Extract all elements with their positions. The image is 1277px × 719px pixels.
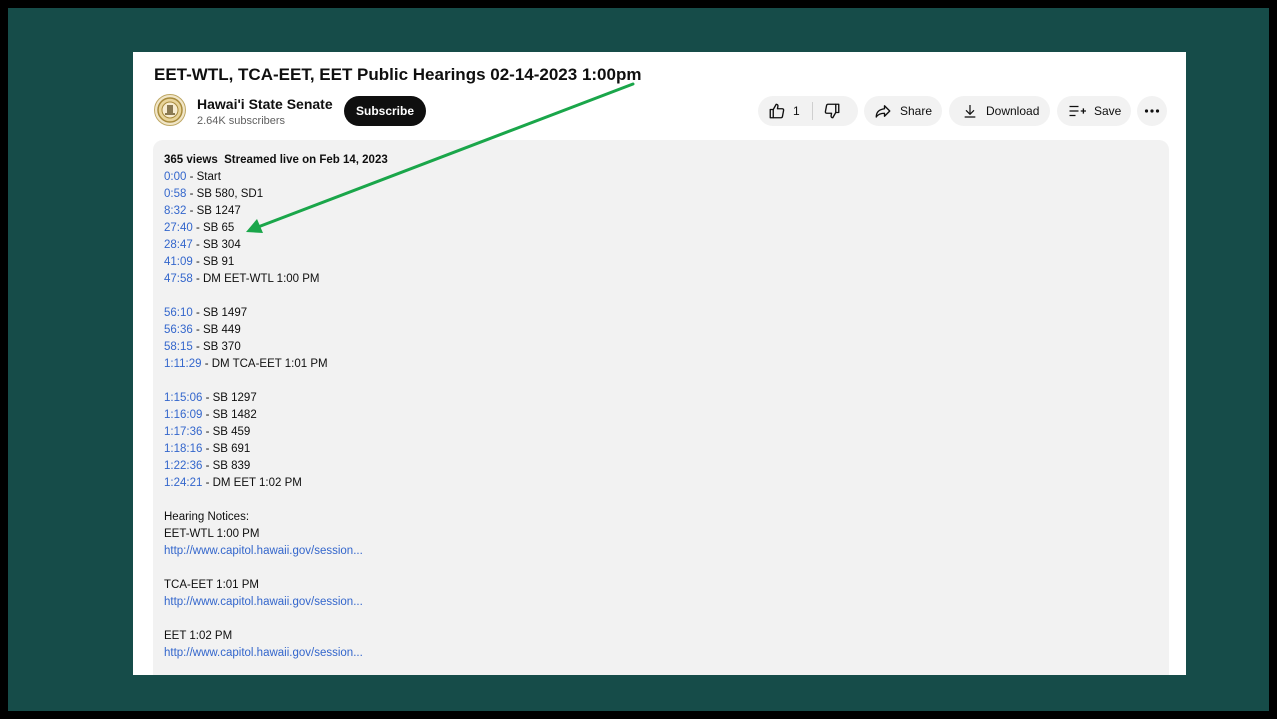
chapter-timestamp-link[interactable]: 0:00 [164,171,186,183]
slide-frame: EET-WTL, TCA-EET, EET Public Hearings 02… [8,8,1269,711]
stream-date: Streamed live on Feb 14, 2023 [224,154,388,166]
chapter-item: 47:58 - DM EET-WTL 1:00 PM [164,271,388,288]
share-icon [875,105,891,118]
notice-link[interactable]: http://www.capitol.hawaii.gov/session... [164,594,388,611]
more-horizontal-icon [1144,109,1160,113]
chapter-timestamp-link[interactable]: 1:11:29 [164,358,202,370]
download-label: Download [986,104,1040,118]
chapter-timestamp-link[interactable]: 28:47 [164,239,193,251]
youtube-video-page: EET-WTL, TCA-EET, EET Public Hearings 02… [133,52,1186,675]
chapter-item: 1:24:21 - DM EET 1:02 PM [164,475,388,492]
chapter-timestamp-link[interactable]: 1:22:36 [164,460,202,472]
notice-link[interactable]: http://www.capitol.hawaii.gov/session... [164,645,388,662]
chapter-timestamp-link[interactable]: 47:58 [164,273,193,285]
chapter-title: - SB 691 [202,443,251,455]
chapter-title: - SB 91 [192,256,235,268]
description-box[interactable]: 365 views Streamed live on Feb 14, 2023 … [153,140,1169,675]
chapter-item: 1:17:36 - SB 459 [164,424,388,441]
chapter-item: 0:58 - SB 580, SD1 [164,186,388,203]
download-icon [964,105,976,118]
chapter-item: 27:40 - SB 65 [164,220,388,237]
like-count: 1 [793,104,800,118]
thumbs-up-icon [769,103,785,119]
thumbs-down-icon [824,103,840,119]
channel-avatar[interactable] [154,94,186,126]
view-count: 365 views [164,154,218,166]
state-seal-icon [157,97,183,123]
chapter-title: - SB 304 [192,239,241,251]
download-button[interactable]: Download [949,96,1050,126]
chapter-item: 1:22:36 - SB 839 [164,458,388,475]
chapter-timestamp-link[interactable]: 1:18:16 [164,443,202,455]
more-actions-button[interactable] [1137,96,1167,126]
chapter-item: 1:16:09 - SB 1482 [164,407,388,424]
chapter-timestamp-link[interactable]: 41:09 [164,256,193,268]
chapter-title: - SB 1497 [192,307,248,319]
share-button[interactable]: Share [864,96,942,126]
chapter-timestamp-link[interactable]: 1:16:09 [164,409,202,421]
chapter-title: - SB 1297 [202,392,257,404]
chapter-title: - SB 1482 [202,409,257,421]
chapter-item: 58:15 - SB 370 [164,339,388,356]
playlist-add-icon [1069,105,1086,117]
chapter-item: 41:09 - SB 91 [164,254,388,271]
subscribe-button[interactable]: Subscribe [344,96,426,126]
chapter-item: 56:36 - SB 449 [164,322,388,339]
chapter-title: - SB 580, SD1 [186,188,264,200]
notice-link[interactable]: http://www.capitol.hawaii.gov/session... [164,543,388,560]
chapter-item: 1:18:16 - SB 691 [164,441,388,458]
chapter-item: 28:47 - SB 304 [164,237,388,254]
chapter-title: - SB 839 [202,460,251,472]
notice-label: TCA-EET 1:01 PM [164,579,260,591]
save-label: Save [1094,104,1122,118]
like-dislike-bar: 1 [758,96,858,126]
chapter-timestamp-link[interactable]: 1:17:36 [164,426,202,438]
chapter-item: 1:11:29 - DM TCA-EET 1:01 PM [164,356,388,373]
chapter-title: - SB 459 [202,426,251,438]
chapter-timestamp-link[interactable]: 27:40 [164,222,193,234]
chapter-title: - SB 65 [192,222,235,234]
chapter-timestamp-link[interactable]: 1:24:21 [164,477,202,489]
notice-label: EET-WTL 1:00 PM [164,528,260,540]
description-meta: 365 views Streamed live on Feb 14, 2023 [164,152,388,169]
chapter-title: - Start [186,171,221,183]
save-button[interactable]: Save [1057,96,1131,126]
dislike-button[interactable] [813,96,841,126]
chapter-title: - SB 370 [192,341,241,353]
notice-list: EET-WTL 1:00 PM http://www.capitol.hawaii… [164,526,388,662]
share-label: Share [900,104,933,118]
subscriber-count: 2.64K subscribers [197,115,286,127]
chapter-timestamp-link[interactable]: 1:15:06 [164,392,202,404]
chapter-item: 0:00 - Start [164,169,388,186]
chapter-item: 8:32 - SB 1247 [164,203,388,220]
chapter-title: - DM EET 1:02 PM [202,477,302,489]
chapter-title: - DM TCA-EET 1:01 PM [201,358,328,370]
chapter-item: 56:10 - SB 1497 [164,305,388,322]
chapter-title: - SB 1247 [186,205,241,217]
chapter-list: 0:00 - Start 0:58 - SB 580, SD1 8:32 - SB … [164,169,388,492]
chapter-timestamp-link[interactable]: 8:32 [164,205,186,217]
chapter-timestamp-link[interactable]: 58:15 [164,341,193,353]
chapter-timestamp-link[interactable]: 56:10 [164,307,193,319]
notice-label: EET 1:02 PM [164,630,233,642]
description-content: 365 views Streamed live on Feb 14, 2023 … [164,152,388,662]
like-button[interactable]: 1 [758,96,812,126]
chapter-timestamp-link[interactable]: 0:58 [164,188,186,200]
chapter-item: 1:15:06 - SB 1297 [164,390,388,407]
chapter-timestamp-link[interactable]: 56:36 [164,324,193,336]
channel-name[interactable]: Hawai'i State Senate [197,96,333,112]
notices-heading: Hearing Notices: [164,511,250,523]
video-title: EET-WTL, TCA-EET, EET Public Hearings 02… [154,65,642,84]
chapter-title: - DM EET-WTL 1:00 PM [192,273,320,285]
chapter-title: - SB 449 [192,324,241,336]
